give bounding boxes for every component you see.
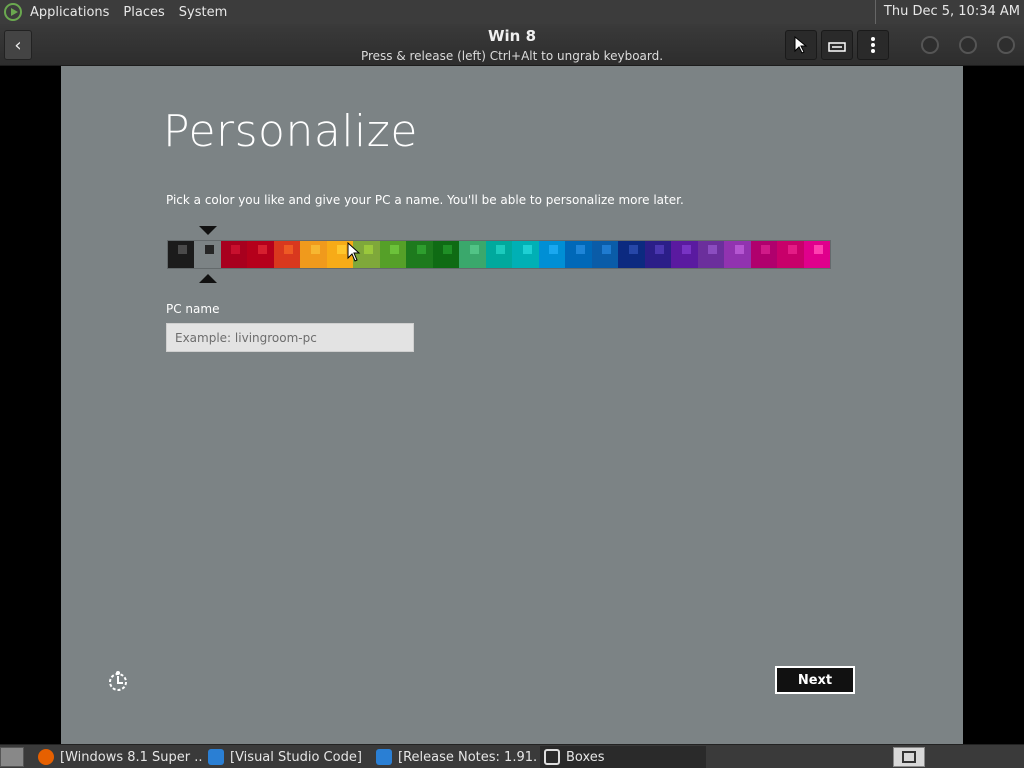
places-menu[interactable]: Places: [123, 5, 164, 20]
applications-menu[interactable]: Applications: [30, 5, 109, 20]
color-swatch[interactable]: [432, 241, 460, 268]
back-arrow-icon: ‹: [14, 34, 22, 56]
swatch-accent: [204, 245, 214, 254]
color-swatch[interactable]: [379, 241, 407, 268]
color-swatch[interactable]: [750, 241, 778, 268]
swatch-accent: [363, 245, 373, 254]
swatch-accent: [496, 245, 506, 254]
swatch-accent: [469, 245, 479, 254]
swatch-accent: [734, 245, 744, 254]
maximize-button[interactable]: [959, 36, 977, 54]
boxes-icon: [902, 751, 916, 763]
color-swatch[interactable]: [724, 241, 751, 268]
vertical-ellipsis-icon: [871, 37, 875, 53]
pointer-grab-button[interactable]: [785, 30, 817, 60]
pc-name-label: PC name: [166, 302, 220, 316]
system-menu[interactable]: System: [179, 5, 227, 20]
swatch-accent: [602, 245, 612, 254]
swatch-accent: [310, 245, 320, 254]
selection-marker-top-icon: [199, 226, 217, 235]
clock[interactable]: Thu Dec 5, 10:34 AM: [874, 0, 1020, 24]
swatch-accent: [655, 245, 665, 254]
color-swatch[interactable]: [194, 241, 221, 268]
panel-menu-bar: Applications Places System: [0, 0, 249, 24]
color-swatch[interactable]: [273, 241, 301, 268]
task-boxes[interactable]: Boxes: [540, 746, 706, 768]
color-swatch[interactable]: [565, 241, 592, 268]
vscode-icon: [376, 749, 392, 765]
vm-display[interactable]: Personalize Pick a color you like and gi…: [61, 66, 963, 744]
swatch-accent: [575, 245, 585, 254]
ease-of-access-icon[interactable]: [107, 670, 129, 692]
firefox-icon: [38, 749, 54, 765]
color-swatch[interactable]: [168, 241, 195, 268]
vscode-icon: [208, 749, 224, 765]
color-swatch[interactable]: [459, 241, 486, 268]
swatch-accent: [284, 245, 294, 254]
color-swatch[interactable]: [777, 241, 804, 268]
swatch-accent: [337, 245, 347, 254]
distro-logo-icon[interactable]: [4, 3, 22, 21]
color-swatch[interactable]: [485, 241, 513, 268]
swatch-accent: [257, 245, 267, 254]
color-swatch[interactable]: [697, 241, 725, 268]
close-button[interactable]: [997, 36, 1015, 54]
top-panel: Applications Places System Thu Dec 5, 10…: [0, 0, 1024, 24]
color-swatch[interactable]: [644, 241, 672, 268]
swatch-accent: [443, 245, 453, 254]
swatch-accent: [549, 245, 559, 254]
task-label: [Release Notes: 1.91...: [398, 749, 536, 765]
swatch-accent: [814, 245, 824, 254]
pc-name-input[interactable]: [166, 323, 414, 352]
swatch-accent: [178, 245, 188, 254]
color-swatch[interactable]: [406, 241, 433, 268]
taskbar: [Windows 8.1 Super ... [Visual Studio Co…: [0, 744, 1024, 768]
task-vscode[interactable]: [Visual Studio Code]: [204, 746, 366, 768]
color-swatch[interactable]: [247, 241, 274, 268]
minimize-button[interactable]: [921, 36, 939, 54]
task-release-notes[interactable]: [Release Notes: 1.91...: [372, 746, 536, 768]
task-label: Boxes: [566, 749, 605, 765]
swatch-accent: [390, 245, 400, 254]
instructions-text: Pick a color you like and give your PC a…: [166, 193, 684, 207]
swatch-accent: [522, 245, 532, 254]
boxes-header-bar: ‹ Win 8 Press & release (left) Ctrl+Alt …: [0, 24, 1024, 66]
keyboard-shortcuts-button[interactable]: [821, 30, 853, 60]
pointer-icon: [794, 36, 808, 54]
back-button[interactable]: ‹: [4, 30, 32, 60]
boxes-icon: [544, 749, 560, 765]
selection-marker-bottom-icon: [199, 274, 217, 283]
page-title: Personalize: [163, 106, 418, 157]
swatch-accent: [787, 245, 797, 254]
color-picker[interactable]: [167, 240, 831, 269]
color-swatch[interactable]: [591, 241, 619, 268]
next-button[interactable]: Next: [775, 666, 855, 694]
workspace-switcher[interactable]: [893, 747, 925, 767]
task-label: [Visual Studio Code]: [230, 749, 362, 765]
swatch-accent: [761, 245, 771, 254]
color-swatch[interactable]: [512, 241, 539, 268]
properties-menu-button[interactable]: [857, 30, 889, 60]
color-swatch[interactable]: [300, 241, 327, 268]
show-desktop-button[interactable]: [0, 747, 24, 767]
color-swatch[interactable]: [618, 241, 645, 268]
color-swatch[interactable]: [538, 241, 566, 268]
swatch-accent: [231, 245, 241, 254]
keyboard-icon: [828, 42, 846, 52]
swatch-accent: [708, 245, 718, 254]
color-swatch[interactable]: [671, 241, 698, 268]
color-swatch[interactable]: [803, 241, 831, 268]
swatch-accent: [681, 245, 691, 254]
swatch-accent: [628, 245, 638, 254]
color-swatch[interactable]: [220, 241, 248, 268]
mouse-cursor-icon: [347, 242, 361, 262]
task-label: [Windows 8.1 Super ...: [60, 749, 202, 765]
task-windows-install[interactable]: [Windows 8.1 Super ...: [34, 746, 202, 768]
swatch-accent: [416, 245, 426, 254]
